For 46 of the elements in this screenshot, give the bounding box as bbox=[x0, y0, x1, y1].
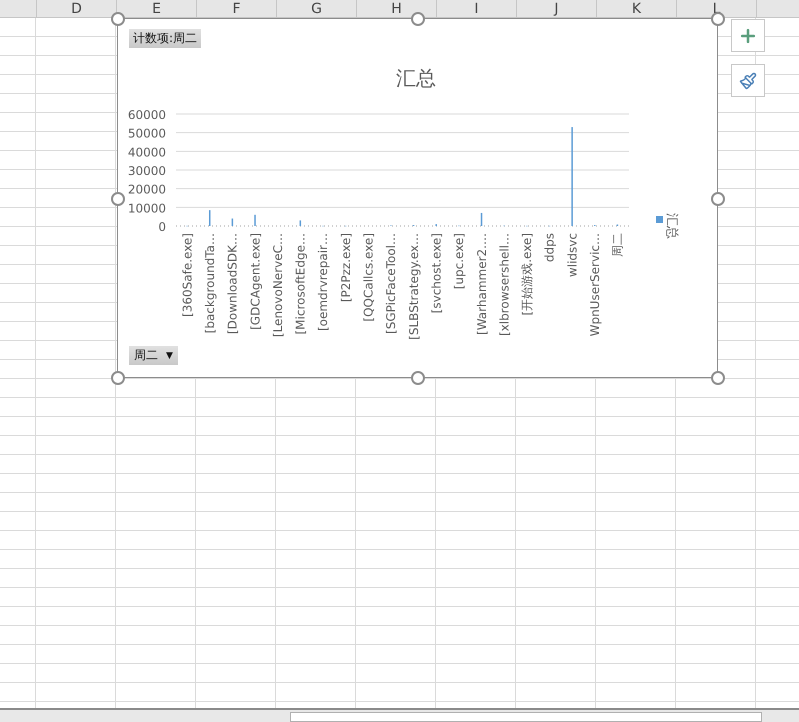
category-label: [DownloadSDK… bbox=[226, 233, 240, 334]
category-label: WpnUserServic… bbox=[588, 233, 602, 336]
column-header[interactable]: K bbox=[597, 0, 677, 17]
chart-title: 汇总 bbox=[396, 66, 436, 90]
y-tick-label: 20000 bbox=[128, 182, 166, 197]
category-label: [360Safe.exe] bbox=[180, 233, 194, 317]
category-label: ddps bbox=[542, 233, 557, 262]
category-label: [SLBStrategy.ex… bbox=[406, 233, 421, 340]
value-field-button[interactable]: 计数项:周二 bbox=[129, 29, 202, 48]
scrollbar-thumb[interactable] bbox=[290, 712, 762, 722]
resize-handle[interactable] bbox=[711, 192, 725, 206]
y-tick-label: 30000 bbox=[128, 164, 166, 178]
category-label: [QQCallcs.exe] bbox=[362, 233, 376, 322]
category-label: wlidsvc bbox=[565, 233, 580, 278]
column-header[interactable]: G bbox=[277, 0, 357, 17]
legend-label: 汇总 bbox=[664, 213, 679, 239]
y-tick-label: 60000 bbox=[128, 108, 166, 122]
y-tick-label: 0 bbox=[158, 220, 166, 234]
paintbrush-icon bbox=[739, 72, 757, 90]
resize-handle[interactable] bbox=[111, 192, 125, 206]
y-tick-label: 50000 bbox=[128, 126, 166, 141]
column-header[interactable]: I bbox=[437, 0, 517, 17]
y-tick-label: 40000 bbox=[128, 145, 166, 160]
category-label: [svchost.exe] bbox=[429, 233, 444, 314]
category-label: [oemdrvrepair… bbox=[316, 233, 330, 332]
add-chart-element-button[interactable] bbox=[731, 19, 765, 52]
category-label: [Warhammer2.… bbox=[474, 233, 489, 335]
resize-handle[interactable] bbox=[111, 371, 125, 385]
y-tick-label: 10000 bbox=[128, 201, 166, 216]
column-header[interactable]: F bbox=[197, 0, 277, 17]
resize-handle[interactable] bbox=[411, 371, 425, 385]
category-label: [P2Pzz.exe] bbox=[338, 233, 353, 302]
filter-dropdown[interactable]: 周二 ▼ bbox=[129, 346, 178, 365]
category-label: [xlbrowsershell… bbox=[497, 233, 512, 336]
chart-styles-button[interactable] bbox=[731, 64, 765, 97]
category-label: [MicrosoftEdge… bbox=[294, 233, 308, 334]
chart-area[interactable] bbox=[117, 18, 718, 378]
category-label: [开始游戏.exe] bbox=[520, 233, 534, 316]
column-header[interactable]: J bbox=[517, 0, 597, 17]
category-label: [LenovoNerveC… bbox=[270, 233, 285, 338]
category-label: [backgroundTa… bbox=[202, 233, 217, 334]
category-label: [SGPicFaceTool… bbox=[384, 233, 398, 334]
category-label: [upc.exe] bbox=[452, 233, 466, 290]
category-label: 周二 bbox=[610, 233, 625, 257]
category-label: [GDCAgent.exe] bbox=[248, 233, 262, 330]
resize-handle[interactable] bbox=[711, 371, 725, 385]
